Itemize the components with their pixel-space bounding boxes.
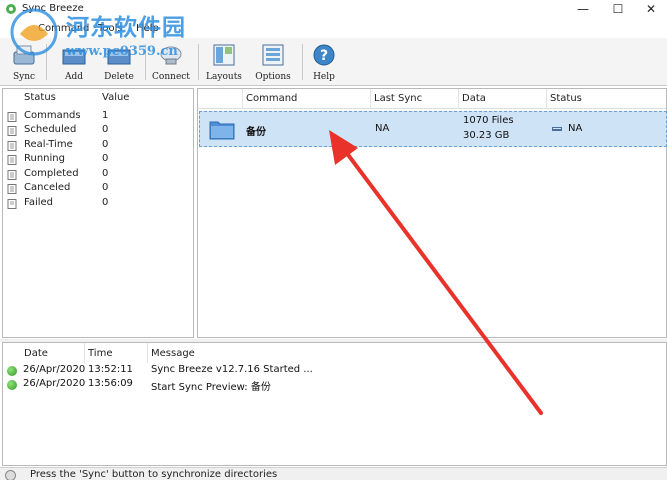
options-icon <box>262 44 284 66</box>
stats-row-scheduled[interactable]: Scheduled 0 <box>3 124 193 138</box>
stats-row-completed[interactable]: Completed 0 <box>3 168 193 182</box>
toolbar-separator <box>46 44 47 80</box>
svg-text:?: ? <box>320 48 328 64</box>
menu-command[interactable]: Command <box>38 23 89 34</box>
log-time-header[interactable]: Time <box>88 348 112 359</box>
toolbar: Sync Add Delete Connect Layouts Options … <box>0 38 667 86</box>
command-name: 备份 <box>246 127 266 138</box>
close-button[interactable]: ✕ <box>634 0 667 20</box>
document-icon <box>7 141 17 151</box>
menu-bar: Command Tools Help <box>0 20 667 38</box>
layouts-icon <box>213 44 235 66</box>
column-separator <box>84 343 85 363</box>
add-icon <box>62 49 86 65</box>
column-separator <box>458 89 459 109</box>
command-file-count: 1070 Files <box>463 115 514 126</box>
commands-header: Command Last Sync Data Status <box>198 89 666 109</box>
stats-row-real-time[interactable]: Real-Time 0 <box>3 139 193 153</box>
options-button[interactable]: Options <box>253 42 293 84</box>
stats-status-header[interactable]: Status <box>24 92 56 103</box>
add-button[interactable]: Add <box>58 42 90 84</box>
column-separator <box>370 89 371 109</box>
stats-row-canceled[interactable]: Canceled 0 <box>3 182 193 196</box>
help-icon: ? <box>313 44 335 66</box>
stats-row-failed[interactable]: Failed 0 <box>3 197 193 211</box>
log-date-header[interactable]: Date <box>24 348 48 359</box>
log-header: Date Time Message <box>3 343 666 363</box>
status-text: Press the 'Sync' button to synchronize d… <box>30 469 278 480</box>
success-dot-icon <box>7 380 17 390</box>
stats-panel: Status Value Commands 1 Scheduled 0 Real… <box>2 88 194 338</box>
command-column-header[interactable]: Command <box>246 93 297 104</box>
delete-icon <box>107 49 131 65</box>
document-icon <box>7 170 17 180</box>
layouts-button[interactable]: Layouts <box>205 42 243 84</box>
toolbar-separator <box>145 44 146 80</box>
sync-button[interactable]: Sync <box>8 42 40 84</box>
column-separator <box>242 89 243 109</box>
menu-help[interactable]: Help <box>136 23 159 34</box>
toolbar-separator <box>302 44 303 80</box>
status-bar: Press the 'Sync' button to synchronize d… <box>0 467 667 480</box>
window-title: Sync Breeze <box>22 3 84 14</box>
status-column-header[interactable]: Status <box>550 93 582 104</box>
folder-icon <box>209 121 235 140</box>
column-separator <box>147 343 148 363</box>
status-dash-icon <box>552 127 562 131</box>
document-icon <box>7 199 17 209</box>
stats-row-running[interactable]: Running 0 <box>3 153 193 167</box>
command-last-sync: NA <box>375 123 390 134</box>
log-panel: Date Time Message 26/Apr/2020 13:52:11 S… <box>2 342 667 466</box>
data-column-header[interactable]: Data <box>462 93 486 104</box>
log-row[interactable]: 26/Apr/2020 13:52:11 Sync Breeze v12.7.1… <box>3 364 666 378</box>
title-bar: Sync Breeze — ☐ ✕ <box>0 0 667 20</box>
success-dot-icon <box>7 366 17 376</box>
menu-tools[interactable]: Tools <box>98 23 123 34</box>
command-row[interactable]: 备份 NA 1070 Files 30.23 GB NA <box>199 111 667 147</box>
document-icon <box>7 126 17 136</box>
connect-button[interactable]: Connect <box>152 42 190 84</box>
stats-value-header[interactable]: Value <box>102 92 129 103</box>
log-message-header[interactable]: Message <box>151 348 195 359</box>
document-icon <box>7 112 17 122</box>
column-separator <box>546 89 547 109</box>
commands-panel: Command Last Sync Data Status 备份 NA 1070… <box>197 88 667 338</box>
command-data-size: 30.23 GB <box>463 130 510 141</box>
app-icon <box>6 4 16 14</box>
document-icon <box>7 155 17 165</box>
stats-header: Status Value <box>3 89 193 107</box>
sync-icon <box>13 45 35 65</box>
document-icon <box>7 184 17 194</box>
toolbar-separator <box>198 44 199 80</box>
delete-button[interactable]: Delete <box>100 42 138 84</box>
last-sync-column-header[interactable]: Last Sync <box>374 93 422 104</box>
maximize-button[interactable]: ☐ <box>601 0 635 20</box>
log-row[interactable]: 26/Apr/2020 13:56:09 Start Sync Preview:… <box>3 378 666 393</box>
minimize-button[interactable]: — <box>566 0 600 20</box>
status-indicator-icon <box>5 470 16 480</box>
stats-row-commands[interactable]: Commands 1 <box>3 110 193 124</box>
connect-icon <box>160 46 182 65</box>
command-status: NA <box>568 123 583 134</box>
help-button[interactable]: ? Help <box>308 42 340 84</box>
